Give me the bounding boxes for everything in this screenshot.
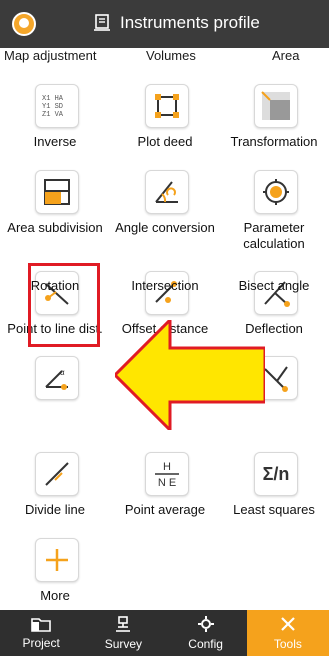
divide-line-icon [35, 452, 79, 496]
area-label[interactable]: Area [272, 48, 299, 63]
survey-icon [116, 616, 131, 632]
svg-text:Z1 VA: Z1 VA [42, 111, 64, 119]
pointer-arrow [115, 320, 265, 430]
tab-label: Project [22, 636, 60, 650]
tab-label: Tools [273, 637, 302, 651]
avatar[interactable] [12, 12, 36, 36]
gear-icon [197, 616, 214, 632]
folder-icon [31, 618, 51, 632]
plot-deed-icon [145, 84, 189, 128]
tools-icon [281, 617, 295, 631]
angle-conversion-icon [145, 170, 189, 214]
tool-label: Angle conversion [115, 220, 215, 235]
svg-text:X1 HA: X1 HA [42, 95, 64, 103]
tool-label: Intersection [131, 278, 199, 293]
inverse-icon: X1 HA Y1 SD Z1 VA [35, 84, 79, 128]
bottom-nav: Project Survey Config Tools [0, 610, 329, 656]
tab-label: Survey [104, 637, 143, 651]
svg-text:Y1 SD: Y1 SD [42, 103, 63, 111]
tab-config[interactable]: Config [165, 610, 247, 656]
tool-label: Least squares [233, 502, 315, 517]
partial-row: Map adjustment Volumes Area [0, 48, 329, 66]
tool-label: Point average [124, 502, 206, 517]
header-title-group: Instruments profile [92, 13, 260, 33]
tool-label: Inverse [33, 134, 77, 149]
tool-label: More [40, 588, 70, 603]
tool-label: Parameter calculation [243, 220, 305, 251]
least-squares-icon: Σ/n [254, 452, 298, 496]
tab-survey[interactable]: Survey [82, 610, 164, 656]
tool-label: Transformation [230, 134, 318, 149]
plus-icon [35, 538, 79, 582]
svg-text:α: α [60, 368, 65, 377]
tool-label: Bisect angle [238, 278, 310, 293]
page-title: Instruments profile [120, 13, 260, 32]
tab-tools[interactable]: Tools [246, 610, 329, 656]
rotation-icon: α [35, 356, 79, 400]
transformation-icon [254, 84, 298, 128]
highlight-box [28, 263, 100, 347]
tool-label: Plot deed [137, 134, 193, 149]
volumes-label[interactable]: Volumes [146, 48, 196, 63]
tab-project[interactable]: Project [0, 610, 82, 656]
instruments-icon [94, 14, 110, 31]
tool-label: Divide line [25, 502, 85, 517]
app-header: Instruments profile [0, 0, 329, 48]
parameter-calculation-icon [254, 170, 298, 214]
svg-text:Σ/n: Σ/n [263, 464, 290, 484]
area-subdivision-icon [35, 170, 79, 214]
point-average-icon: H N E [145, 452, 189, 496]
tab-label: Config [188, 637, 223, 651]
svg-text:N E: N E [158, 477, 176, 489]
map-adjustment-label[interactable]: Map adjustment [4, 48, 97, 63]
svg-text:H: H [163, 461, 171, 473]
tool-label: Area subdivision [7, 220, 103, 235]
